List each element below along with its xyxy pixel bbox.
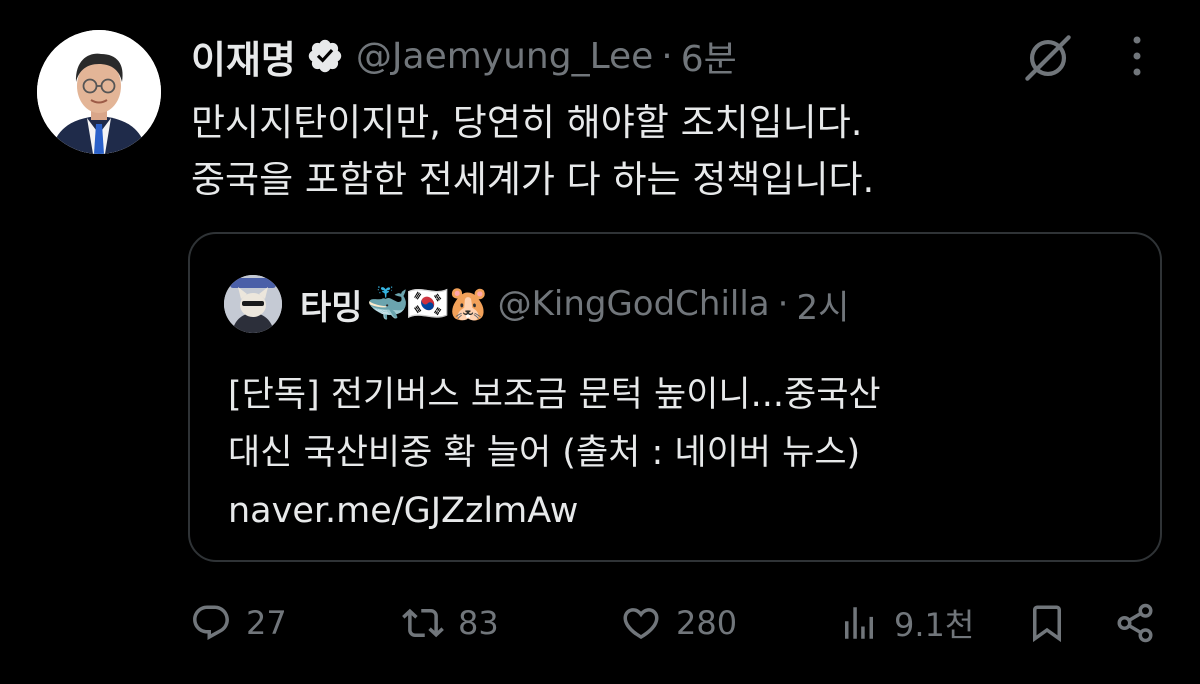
separator-dot: · — [777, 284, 789, 324]
author-handle[interactable]: @Jaemyung_Lee — [356, 36, 653, 77]
repost-button[interactable]: 83 — [402, 595, 499, 651]
views-button[interactable]: 9.1천 — [838, 595, 974, 651]
repost-icon — [402, 608, 444, 638]
more-options-button[interactable] — [1117, 28, 1157, 84]
grok-button[interactable] — [1016, 26, 1080, 90]
quoted-tweet-text: [단독] 전기버스 보조금 문턱 높이니...중국산 대신 국산비중 확 늘어 … — [228, 366, 1128, 540]
like-icon — [623, 608, 659, 640]
quoted-author-name-emojis: 🐳🇰🇷🐹 — [366, 284, 490, 324]
grok-icon — [1025, 35, 1071, 81]
reply-button[interactable]: 27 — [190, 595, 287, 651]
view-count: 9.1천 — [894, 606, 975, 644]
quoted-text-line: [단독] 전기버스 보조금 문턱 높이니...중국산 — [228, 375, 881, 415]
quoted-author-handle[interactable]: @KingGodChilla — [498, 284, 770, 324]
tweet-text-line: 중국을 포함한 전세계가 다 하는 정책입니다. — [191, 158, 875, 201]
quoted-avatar-image — [224, 275, 282, 333]
views-icon — [845, 607, 873, 639]
quoted-tweet-link[interactable]: naver.me/GJZzlmAw — [228, 482, 1128, 540]
quoted-tweet-header: 타밍 🐳🇰🇷🐹 @KingGodChilla · 2시 — [224, 274, 849, 334]
tweet-header: 이재명 @Jaemyung_Lee · 6분 — [191, 28, 737, 84]
reply-count: 27 — [246, 604, 287, 642]
tweet-text: 만시지탄이지만, 당연히 해야할 조치입니다. 중국을 포함한 전세계가 다 하… — [191, 94, 1151, 208]
quoted-author-display-name[interactable]: 타밍 — [300, 280, 363, 329]
bookmark-icon — [1033, 605, 1061, 643]
tweet-timestamp[interactable]: 6분 — [681, 30, 737, 82]
share-icon — [1117, 603, 1153, 643]
quoted-author-avatar[interactable] — [224, 275, 282, 333]
more-icon — [1133, 36, 1141, 76]
quoted-text-line: 대신 국산비중 확 늘어 (출처 : 네이버 뉴스) — [228, 433, 861, 473]
tweet[interactable]: 이재명 @Jaemyung_Lee · 6분 만시지탄이지만, 당연히 해야할 … — [0, 0, 1200, 684]
author-display-name[interactable]: 이재명 — [191, 29, 296, 84]
repost-count: 83 — [458, 604, 499, 642]
tweet-action-bar: 27 83 280 9.1천 — [190, 595, 1162, 651]
like-button[interactable]: 280 — [620, 595, 737, 651]
like-count: 280 — [676, 604, 738, 642]
tweet-text-line: 만시지탄이지만, 당연히 해야할 조치입니다. — [191, 101, 863, 144]
author-avatar-image — [37, 30, 161, 154]
author-avatar[interactable] — [37, 30, 161, 154]
quoted-tweet-card[interactable]: 타밍 🐳🇰🇷🐹 @KingGodChilla · 2시 [단독] 전기버스 보조… — [188, 232, 1162, 562]
verified-badge-icon — [306, 37, 344, 75]
reply-icon — [193, 605, 229, 640]
quoted-tweet-timestamp[interactable]: 2시 — [796, 280, 849, 329]
separator-dot: · — [661, 35, 673, 77]
share-button[interactable] — [1114, 595, 1156, 651]
bookmark-button[interactable] — [1026, 595, 1068, 651]
